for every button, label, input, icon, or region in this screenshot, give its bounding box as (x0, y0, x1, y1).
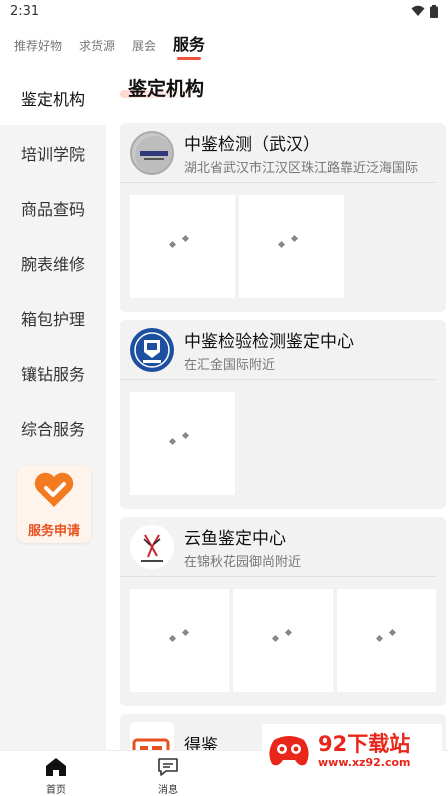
org-card[interactable]: 云鱼鉴定中心 在锦秋花园御尚附近 (120, 517, 446, 706)
org-address: 湖北省武汉市江汉区珠江路靠近泛海国际 (184, 160, 419, 176)
watermark: 92下载站 www.xz92.com (262, 724, 442, 776)
org-logo (130, 327, 174, 372)
sidebar-item-bag-care[interactable]: 箱包护理 (0, 290, 106, 345)
service-apply-label: 服务申请 (27, 524, 80, 539)
photo-placeholder[interactable] (130, 195, 235, 298)
org-name: 中鉴检验检测鉴定中心 (184, 331, 354, 352)
photo-placeholder[interactable] (336, 589, 436, 692)
org-logo (130, 524, 174, 569)
wifi-icon (411, 5, 425, 16)
sidebar-item-watch-repair[interactable]: 腕表维修 (0, 235, 106, 290)
org-address: 在锦秋花园御尚附近 (184, 554, 302, 570)
sidebar: 鉴定机构 培训学院 商品查码 腕表维修 箱包护理 镶钻服务 综合服务 服务申请 (0, 70, 106, 750)
nav-home-label: 首页 (46, 785, 66, 796)
photo-placeholder[interactable] (130, 589, 230, 692)
org-name: 云鱼鉴定中心 (184, 528, 286, 549)
org-photos (120, 380, 446, 507)
photo-placeholder[interactable] (130, 392, 235, 495)
message-icon (158, 758, 178, 776)
service-apply-button[interactable]: 服务申请 (17, 465, 91, 543)
org-address: 在汇金国际附近 (184, 357, 276, 373)
org-name: 中鉴检测（武汉） (184, 134, 320, 155)
status-bar: 2:31 (0, 0, 448, 22)
tab-services[interactable]: 服务 (173, 31, 205, 62)
photo-placeholder[interactable] (239, 195, 344, 298)
watermark-url: www.xz92.com (318, 755, 411, 769)
battery-icon (430, 4, 438, 18)
org-photos (120, 577, 446, 704)
photo-placeholder[interactable] (233, 589, 333, 692)
sidebar-item-general-services[interactable]: 综合服务 (0, 400, 106, 455)
nav-home[interactable]: 首页 (31, 757, 81, 796)
tab-exhibition[interactable]: 展会 (132, 37, 156, 62)
watermark-title: 92下载站 (318, 731, 411, 756)
org-card-header: 云鱼鉴定中心 在锦秋花园御尚附近 (120, 517, 436, 577)
org-card-header: 中鉴检验检测鉴定中心 在汇金国际附近 (120, 320, 436, 380)
org-card[interactable]: 中鉴检验检测鉴定中心 在汇金国际附近 (120, 320, 446, 509)
nav-messages[interactable]: 消息 (143, 757, 193, 796)
nav-messages-label: 消息 (158, 785, 178, 796)
page-title: 鉴定机构 (128, 78, 205, 100)
org-card-header: 中鉴检测（武汉） 湖北省武汉市江汉区珠江路靠近泛海国际 (120, 123, 436, 183)
org-card[interactable]: 中鉴检测（武汉） 湖北省武汉市江汉区珠江路靠近泛海国际 (120, 123, 446, 312)
heart-icon (34, 472, 74, 507)
tab-recommended[interactable]: 推荐好物 (14, 37, 62, 62)
sidebar-item-code-check[interactable]: 商品查码 (0, 180, 106, 235)
status-time: 2:31 (10, 3, 40, 19)
org-photos (120, 183, 446, 310)
gamepad-logo-icon (269, 736, 309, 766)
org-logo (130, 130, 174, 175)
top-tab-bar: 推荐好物 求货源 展会 服务 (0, 26, 448, 62)
org-logo (130, 722, 174, 750)
sidebar-item-training[interactable]: 培训学院 (0, 125, 106, 180)
tab-sourcing[interactable]: 求货源 (79, 37, 115, 62)
home-icon (46, 758, 66, 776)
status-icons (411, 4, 438, 18)
sidebar-item-appraisal[interactable]: 鉴定机构 (0, 70, 106, 125)
main-content: 鉴定机构 中鉴检测（武汉） 湖北省武汉市江汉区珠江路靠近泛海国际 中鉴检验检测鉴… (106, 62, 448, 750)
sidebar-item-diamond-setting[interactable]: 镶钻服务 (0, 345, 106, 400)
